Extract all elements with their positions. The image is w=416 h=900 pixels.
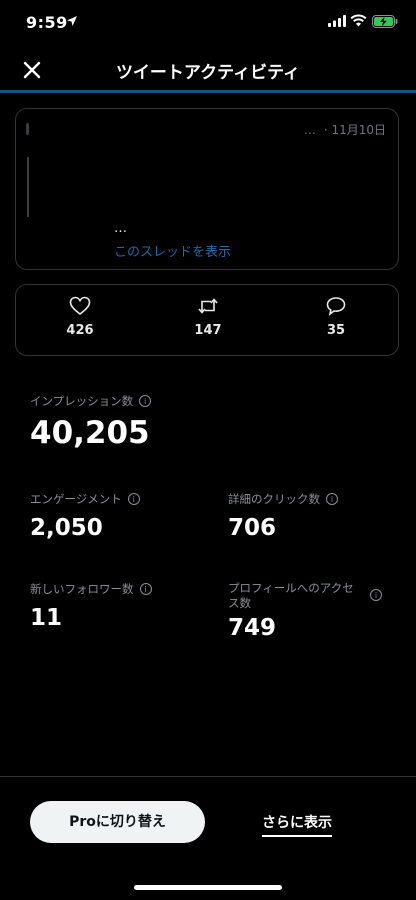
like-count: 426 <box>66 323 94 338</box>
profile-visits-label: プロフィールへのアクセス数 <box>228 581 354 610</box>
engagements-label: エンゲージメント <box>30 492 122 506</box>
heart-icon <box>69 296 91 316</box>
profile-visits-metric: プロフィールへのアクセス数 i 749 <box>228 581 388 641</box>
engagements-metric: エンゲージメント i 2,050 <box>30 491 140 541</box>
detail-clicks-label: 詳細のクリック数 <box>228 492 320 506</box>
status-bar: 9:59 <box>0 0 416 48</box>
new-followers-label: 新しいフォロワー数 <box>30 582 134 596</box>
header-divider <box>0 90 416 93</box>
retweet-count: 147 <box>194 323 222 338</box>
impressions-metric: インプレッション数 i 40,205 <box>30 393 152 451</box>
switch-to-pro-button[interactable]: Proに切り替え <box>30 801 205 843</box>
reply-stat: 35 <box>296 295 376 338</box>
engagements-value: 2,050 <box>30 515 103 541</box>
detail-clicks-metric: 詳細のクリック数 i 706 <box>228 491 338 541</box>
thread-line <box>27 157 29 217</box>
location-arrow-icon <box>67 16 77 26</box>
wifi-icon <box>350 14 367 27</box>
engagement-stats-card: 426 147 35 <box>15 284 399 356</box>
like-stat: 426 <box>40 295 120 338</box>
impressions-label: インプレッション数 <box>30 394 134 408</box>
home-indicator[interactable] <box>134 885 282 890</box>
new-followers-metric: 新しいフォロワー数 i 11 <box>30 581 152 631</box>
avatar <box>26 123 29 135</box>
show-more-link[interactable]: さらに表示 <box>262 812 332 837</box>
retweet-icon <box>198 298 218 314</box>
info-icon[interactable]: i <box>127 493 140 505</box>
signal-icon <box>328 15 346 27</box>
show-thread-link[interactable]: このスレッドを表示 <box>114 241 231 260</box>
reply-icon <box>326 297 346 316</box>
detail-clicks-value: 706 <box>228 515 277 541</box>
footer-divider <box>0 776 416 777</box>
status-time: 9:59 <box>26 13 68 32</box>
impressions-value: 40,205 <box>30 415 150 451</box>
info-icon[interactable]: i <box>326 493 338 505</box>
info-icon[interactable]: i <box>370 589 382 601</box>
tweet-date: · 11月10日 <box>323 123 386 137</box>
info-icon[interactable]: i <box>139 583 152 595</box>
tweet-meta: … · 11月10日 <box>304 121 386 138</box>
battery-charging-icon <box>372 15 398 28</box>
tweet-text-ellipsis: … <box>114 221 127 236</box>
reply-count: 35 <box>326 323 346 338</box>
info-icon[interactable]: i <box>139 395 152 407</box>
tweet-meta-dots: … <box>303 123 316 137</box>
header: ツイートアクティビティ <box>0 48 416 92</box>
new-followers-value: 11 <box>30 605 63 631</box>
retweet-stat: 147 <box>168 295 248 338</box>
tweet-preview-card[interactable]: … · 11月10日 … このスレッドを表示 <box>15 108 399 270</box>
page-title: ツイートアクティビティ <box>115 63 301 83</box>
profile-visits-value: 749 <box>228 615 277 641</box>
